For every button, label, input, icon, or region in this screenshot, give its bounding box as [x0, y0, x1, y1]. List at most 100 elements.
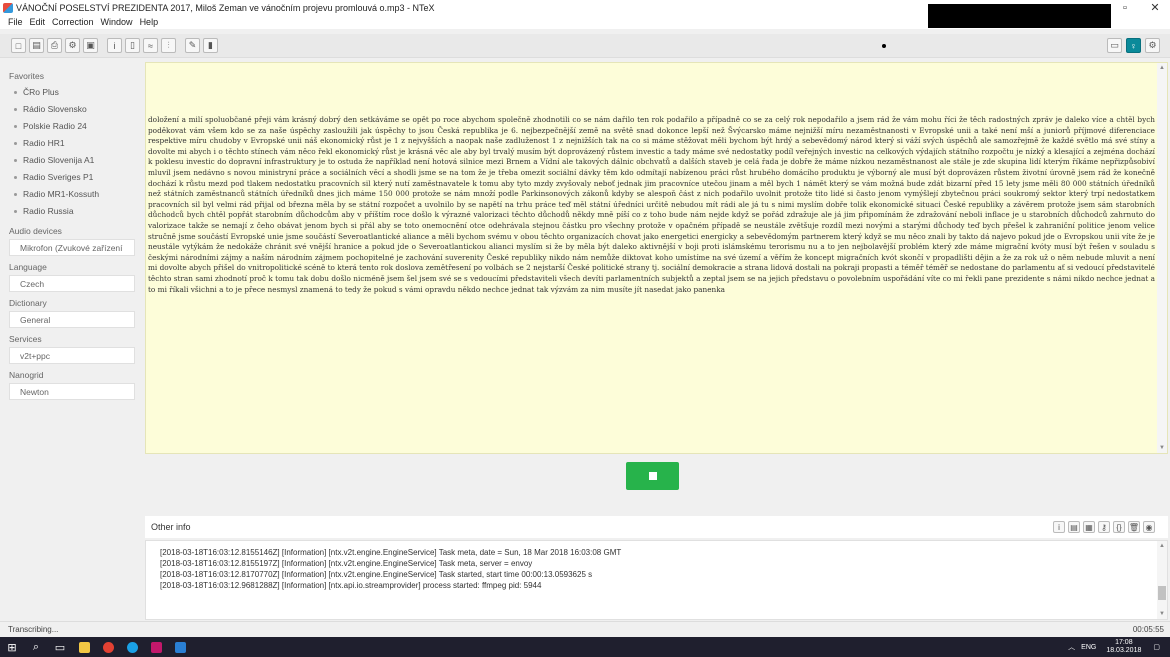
language-heading: Language: [9, 262, 47, 272]
waveform-icon[interactable]: ≈: [143, 38, 158, 53]
sidebar: Favorites ČRo Plus Rádio Slovensko Polsk…: [0, 59, 145, 619]
settings-icon[interactable]: ⚙: [65, 38, 80, 53]
log-line: [2018-03-18T16:03:12.8155197Z] [Informat…: [160, 559, 533, 568]
favorite-radio-sveriges[interactable]: Radio Sveriges P1: [0, 169, 145, 186]
nanogrid-select[interactable]: Newton: [9, 383, 135, 400]
chart-icon[interactable]: ⫶: [161, 38, 176, 53]
favorite-label: Radio HR1: [23, 138, 65, 148]
windows-start-icon[interactable]: ⊞: [0, 637, 24, 657]
favorite-radio-russia[interactable]: Radio Russia: [0, 203, 145, 220]
clock-time: 17:08: [1115, 639, 1133, 646]
bullet-icon: [14, 159, 17, 162]
favorite-cro-plus[interactable]: ČRo Plus: [0, 84, 145, 101]
close-button[interactable]: ✕: [1140, 0, 1170, 15]
title-bar: VÁNOČNÍ POSELSTVÍ PREZIDENTA 2017, Miloš…: [0, 0, 1170, 28]
clock[interactable]: 17:08 18.03.2018: [1106, 639, 1141, 655]
vscode-icon[interactable]: [168, 637, 192, 657]
menu-help[interactable]: Help: [140, 17, 159, 27]
camera-icon[interactable]: ◉: [1143, 521, 1155, 533]
toolbar: □ ▤ ⎙ ⚙ ▣ i ▯ ≈ ⫶ ✎ ▮ ▭ ♀ ⚙: [0, 34, 1170, 58]
task-view-icon[interactable]: ▭: [48, 637, 72, 657]
other-info-label: Other info: [151, 522, 191, 532]
favorite-label: Radio MR1-Kossuth: [23, 189, 100, 199]
favorite-radio-slovenija[interactable]: Radio Slovenija A1: [0, 152, 145, 169]
scroll-down-icon[interactable]: ▼: [1157, 443, 1167, 453]
menu-window[interactable]: Window: [101, 17, 133, 27]
notification-icon[interactable]: ▢: [1153, 643, 1160, 651]
log-scrollbar[interactable]: ▲ ▼: [1157, 541, 1167, 619]
other-info-header: Other info i ▤ ▦ ⚷ {} 🗑 ◉: [145, 516, 1168, 538]
gear-icon[interactable]: ⚙: [1145, 38, 1160, 53]
clock-date: 18.03.2018: [1106, 647, 1142, 654]
bullet-icon: [14, 91, 17, 94]
maximize-button[interactable]: ▫: [1110, 0, 1140, 15]
log-line: [2018-03-18T16:03:12.9681288Z] [Informat…: [160, 581, 542, 590]
stop-recording-button[interactable]: [626, 462, 679, 490]
favorite-label: Polskie Radio 24: [23, 121, 87, 131]
transcript-scrollbar[interactable]: ▲ ▼: [1157, 63, 1167, 453]
bookmark-icon[interactable]: ▮: [203, 38, 218, 53]
favorite-radio-mr1[interactable]: Radio MR1-Kossuth: [0, 186, 145, 203]
services-select[interactable]: v2t+ppc: [9, 347, 135, 364]
favorites-heading: Favorites: [9, 71, 44, 81]
redacted-area: [928, 4, 1111, 28]
favorite-label: Radio Sveriges P1: [23, 172, 94, 182]
menu-file[interactable]: File: [8, 17, 23, 27]
tray-chevron-icon[interactable]: ︿: [1068, 642, 1075, 652]
skype-icon[interactable]: [120, 637, 144, 657]
bullet-icon: [14, 176, 17, 179]
scroll-up-icon[interactable]: ▲: [1157, 541, 1167, 551]
scroll-up-icon[interactable]: ▲: [1157, 63, 1167, 73]
status-text: Transcribing...: [8, 624, 59, 634]
document-icon[interactable]: ▯: [125, 38, 140, 53]
taskbar: ⊞ ⌕ ▭ ︿ ENG 17:08 18.03.2018 ▢: [0, 637, 1170, 657]
new-icon[interactable]: □: [11, 38, 26, 53]
elapsed-time: 00:05:55: [1132, 624, 1164, 634]
print-icon[interactable]: ⎙: [47, 38, 62, 53]
save-icon[interactable]: ▣: [83, 38, 98, 53]
dictionary-heading: Dictionary: [9, 298, 47, 308]
list-icon[interactable]: ▦: [1083, 521, 1095, 533]
info-icon[interactable]: i: [107, 38, 122, 53]
trash-icon[interactable]: 🗑: [1128, 521, 1140, 533]
file-explorer-icon[interactable]: [72, 637, 96, 657]
favorite-radio-slovensko[interactable]: Rádio Slovensko: [0, 101, 145, 118]
log-line: [2018-03-18T16:03:12.8155146Z] [Informat…: [160, 548, 622, 557]
document-icon[interactable]: ▤: [1068, 521, 1080, 533]
ntex-app-icon[interactable]: [144, 637, 168, 657]
window-icon[interactable]: ▭: [1107, 38, 1122, 53]
bullet-icon: [14, 125, 17, 128]
favorite-polskie-radio[interactable]: Polskie Radio 24: [0, 118, 145, 135]
favorite-label: Radio Russia: [23, 206, 74, 216]
services-heading: Services: [9, 334, 42, 344]
input-language[interactable]: ENG: [1081, 644, 1096, 651]
favorite-label: Rádio Slovensko: [23, 104, 87, 114]
key-icon[interactable]: ⚷: [1098, 521, 1110, 533]
brackets-icon[interactable]: {}: [1113, 521, 1125, 533]
language-select[interactable]: Czech: [9, 275, 135, 292]
bullet-icon: [14, 108, 17, 111]
pen-icon[interactable]: ✎: [185, 38, 200, 53]
microphone-icon[interactable]: ♀: [1126, 38, 1141, 53]
open-icon[interactable]: ▤: [29, 38, 44, 53]
bullet-icon: [14, 210, 17, 213]
log-line: [2018-03-18T16:03:12.8170770Z] [Informat…: [160, 570, 593, 579]
system-tray: ︿ ENG 17:08 18.03.2018 ▢: [1068, 637, 1160, 657]
stop-icon: [648, 472, 657, 480]
favorite-label: ČRo Plus: [23, 87, 59, 97]
bullet-icon: [14, 193, 17, 196]
search-icon[interactable]: ⌕: [24, 637, 48, 657]
dictionary-select[interactable]: General: [9, 311, 135, 328]
favorite-radio-hr1[interactable]: Radio HR1: [0, 135, 145, 152]
scroll-thumb[interactable]: [1158, 586, 1166, 600]
transcript-panel[interactable]: doložení a milí spoluobčané přeji vám kr…: [145, 62, 1168, 454]
log-panel[interactable]: [2018-03-18T16:03:12.8155146Z] [Informat…: [145, 540, 1168, 620]
scroll-down-icon[interactable]: ▼: [1157, 609, 1167, 619]
transcript-text[interactable]: doložení a milí spoluobčané přeji vám kr…: [148, 115, 1155, 295]
audio-device-select[interactable]: Mikrofon (Zvukové zařízení: [9, 239, 135, 256]
info-icon[interactable]: i: [1053, 521, 1065, 533]
menu-edit[interactable]: Edit: [30, 17, 46, 27]
menu-correction[interactable]: Correction: [52, 17, 94, 27]
chrome-icon[interactable]: [96, 637, 120, 657]
bullet-icon: [14, 142, 17, 145]
